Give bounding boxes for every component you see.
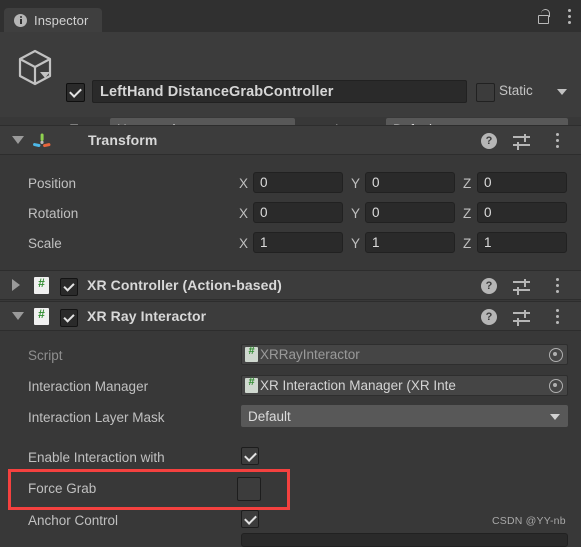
axis-label-x: X [239, 236, 249, 251]
gameobject-header: LeftHand DistanceGrabController Static T… [0, 32, 581, 140]
force-grab-checkbox[interactable] [237, 477, 261, 501]
interaction-layer-mask-dropdown[interactable]: Default [241, 405, 568, 427]
chevron-down-icon [550, 414, 560, 420]
cube-gameobject-icon[interactable] [14, 46, 56, 88]
rotation-z-input[interactable]: 0 [477, 202, 567, 223]
position-z-input[interactable]: 0 [477, 172, 567, 193]
xr-controller-enabled-checkbox[interactable] [60, 278, 78, 296]
component-header-xr-controller[interactable]: XR Controller (Action-based) ? [0, 270, 581, 300]
transform-position-label: Position [28, 176, 77, 191]
component-title-transform: Transform [88, 132, 158, 148]
scale-x-input[interactable]: 1 [253, 232, 343, 253]
interaction-manager-object-field[interactable]: XR Interaction Manager (XR Inte [241, 375, 568, 396]
component-header-icons-transform: ? [481, 132, 573, 150]
axis-label-z: Z [463, 176, 472, 191]
component-header-icons-xr-controller: ? [481, 277, 573, 295]
interaction-layer-mask-label: Interaction Layer Mask [28, 410, 165, 425]
foldout-xr-controller-icon[interactable] [12, 279, 20, 291]
static-dropdown-caret[interactable] [557, 89, 567, 95]
axis-label-y: Y [351, 236, 361, 251]
kebab-menu-icon[interactable] [556, 309, 560, 325]
csharp-script-icon [34, 276, 49, 294]
transform-scale-label: Scale [28, 236, 62, 251]
enable-interaction-checkbox[interactable] [241, 447, 259, 465]
preset-settings-icon[interactable] [513, 134, 530, 150]
csharp-script-icon [245, 376, 258, 393]
axis-label-x: X [239, 176, 249, 191]
script-object-value: XRRayInteractor [260, 347, 360, 362]
axis-label-z: Z [463, 236, 472, 251]
rotation-x-input[interactable]: 0 [253, 202, 343, 223]
foldout-xr-ray-interactor-icon[interactable] [12, 312, 24, 320]
preset-settings-icon[interactable] [513, 279, 530, 295]
xr-ray-interactor-enabled-checkbox[interactable] [60, 309, 78, 327]
force-grab-label: Force Grab [28, 481, 97, 496]
scale-y-input[interactable]: 1 [365, 232, 455, 253]
kebab-menu-icon[interactable] [556, 133, 560, 149]
gameobject-enabled-checkbox[interactable] [66, 83, 85, 102]
inspector-window: Inspector LeftHand DistanceGrabControlle… [0, 0, 581, 547]
csharp-script-icon [245, 345, 258, 362]
interaction-manager-value: XR Interaction Manager (XR Inte [260, 378, 456, 393]
help-icon[interactable]: ? [481, 133, 497, 149]
help-icon[interactable]: ? [481, 309, 497, 325]
axis-label-y: Y [351, 176, 361, 191]
gameobject-name-input[interactable]: LeftHand DistanceGrabController [92, 80, 467, 103]
cube-icon-dropdown-caret[interactable] [40, 72, 50, 78]
padlock-body [538, 15, 549, 24]
component-title-xr-controller: XR Controller (Action-based) [87, 277, 282, 293]
anchor-control-label: Anchor Control [28, 513, 119, 528]
component-title-xr-ray-interactor: XR Ray Interactor [87, 308, 207, 324]
script-label: Script [28, 348, 63, 363]
next-field-partial[interactable] [241, 533, 568, 547]
kebab-menu-icon[interactable] [556, 278, 560, 294]
axis-label-x: X [239, 206, 249, 221]
object-picker-icon[interactable] [549, 348, 563, 362]
static-checkbox[interactable] [476, 83, 495, 102]
scale-z-input[interactable]: 1 [477, 232, 567, 253]
position-y-input[interactable]: 0 [365, 172, 455, 193]
axis-label-z: Z [463, 206, 472, 221]
tab-inspector[interactable]: Inspector [4, 8, 103, 32]
unlocked-padlock-icon[interactable] [537, 9, 551, 24]
transform-rotation-label: Rotation [28, 206, 79, 221]
component-header-xr-ray-interactor[interactable]: XR Ray Interactor ? [0, 301, 581, 331]
preset-settings-icon[interactable] [513, 310, 530, 326]
component-header-transform[interactable]: Transform ? [0, 125, 581, 155]
help-icon[interactable]: ? [481, 278, 497, 294]
foldout-transform-icon[interactable] [12, 136, 24, 144]
csharp-script-icon [34, 307, 49, 325]
object-picker-icon[interactable] [549, 379, 563, 393]
position-x-input[interactable]: 0 [253, 172, 343, 193]
watermark-text: CSDN @YY-nb [492, 515, 566, 527]
rotation-y-input[interactable]: 0 [365, 202, 455, 223]
interaction-manager-label: Interaction Manager [28, 379, 149, 394]
component-header-icons-xr-ray-interactor: ? [481, 308, 573, 326]
info-icon [14, 13, 27, 27]
static-label: Static [499, 83, 533, 98]
script-object-field: XRRayInteractor [241, 344, 568, 365]
tab-strip: Inspector [0, 0, 581, 32]
kebab-menu-icon[interactable] [568, 9, 572, 25]
anchor-control-checkbox[interactable] [241, 510, 259, 528]
interaction-layer-mask-value: Default [248, 408, 291, 424]
transform-gizmo-icon [32, 132, 52, 152]
tab-inspector-label: Inspector [34, 12, 89, 28]
axis-label-y: Y [351, 206, 361, 221]
enable-interaction-label: Enable Interaction with [28, 450, 165, 465]
